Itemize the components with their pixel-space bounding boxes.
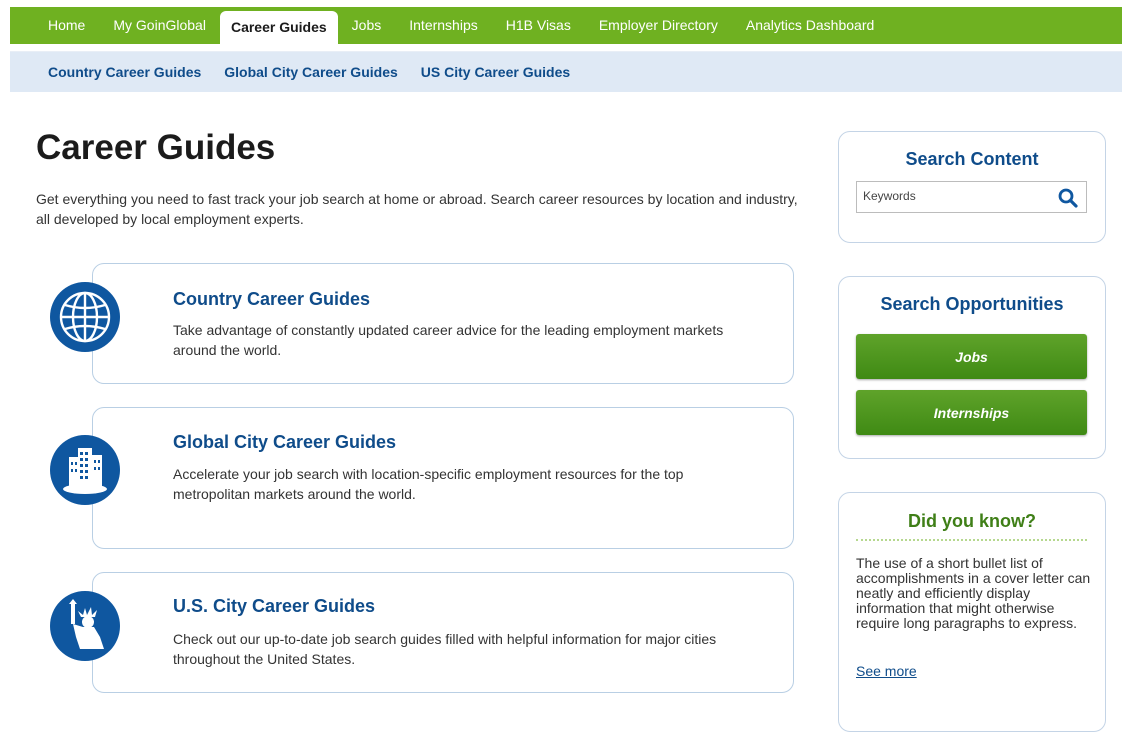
search-opportunities-title: Search Opportunities	[880, 294, 1064, 314]
nav-item-home[interactable]: Home	[48, 7, 99, 44]
card-description: Check out our up-to-date job search guid…	[173, 631, 717, 667]
nav-item-my-goinglobal[interactable]: My GoinGlobal	[99, 7, 220, 44]
country-career-guides-link[interactable]: Country Career Guides	[173, 289, 370, 310]
card-description: Accelerate your job search with location…	[173, 466, 684, 502]
subnav-country-career-guides[interactable]: Country Career Guides	[48, 64, 201, 80]
search-content-title: Search Content	[905, 149, 1039, 169]
subnav-us-city-career-guides[interactable]: US City Career Guides	[421, 64, 570, 80]
top-navigation: Home My GoinGlobal Career Guides Jobs In…	[10, 7, 1122, 44]
nav-item-h1b-visas[interactable]: H1B Visas	[492, 7, 585, 44]
divider	[856, 539, 1087, 541]
jobs-button[interactable]: Jobs	[856, 334, 1087, 379]
statue-of-liberty-icon[interactable]	[50, 591, 120, 661]
search-opportunities-panel: Search Opportunities Jobs Internships	[838, 276, 1106, 459]
nav-item-analytics-dashboard[interactable]: Analytics Dashboard	[732, 7, 888, 44]
nav-item-career-guides[interactable]: Career Guides	[219, 11, 338, 44]
internships-button[interactable]: Internships	[856, 390, 1087, 435]
see-more-link[interactable]: See more	[856, 663, 917, 679]
global-city-career-guides-link[interactable]: Global City Career Guides	[173, 432, 396, 453]
did-you-know-text: The use of a short bullet list of accomp…	[856, 555, 1091, 631]
us-city-career-guides-card: U.S. City Career Guides Check out our up…	[92, 572, 794, 693]
nav-item-internships[interactable]: Internships	[395, 7, 491, 44]
search-input[interactable]	[861, 188, 1055, 204]
us-city-career-guides-link[interactable]: U.S. City Career Guides	[173, 596, 375, 617]
search-icon[interactable]	[1058, 188, 1078, 213]
page-intro: Get everything you need to fast track yo…	[36, 191, 798, 227]
search-content-panel: Search Content	[838, 131, 1106, 243]
did-you-know-panel: Did you know? The use of a short bullet …	[838, 492, 1106, 732]
globe-icon[interactable]	[50, 282, 120, 352]
page-title: Career Guides	[36, 128, 276, 167]
search-box	[856, 181, 1087, 213]
did-you-know-title: Did you know?	[908, 511, 1036, 531]
sub-navigation: Country Career Guides Global City Career…	[10, 51, 1122, 92]
skyscraper-icon[interactable]	[50, 435, 120, 505]
nav-item-employer-directory[interactable]: Employer Directory	[585, 7, 732, 44]
nav-item-jobs[interactable]: Jobs	[338, 7, 396, 44]
country-career-guides-card: Country Career Guides Take advantage of …	[92, 263, 794, 384]
global-city-career-guides-card: Global City Career Guides Accelerate you…	[92, 407, 794, 549]
card-description: Take advantage of constantly updated car…	[173, 322, 724, 358]
subnav-global-city-career-guides[interactable]: Global City Career Guides	[224, 64, 398, 80]
